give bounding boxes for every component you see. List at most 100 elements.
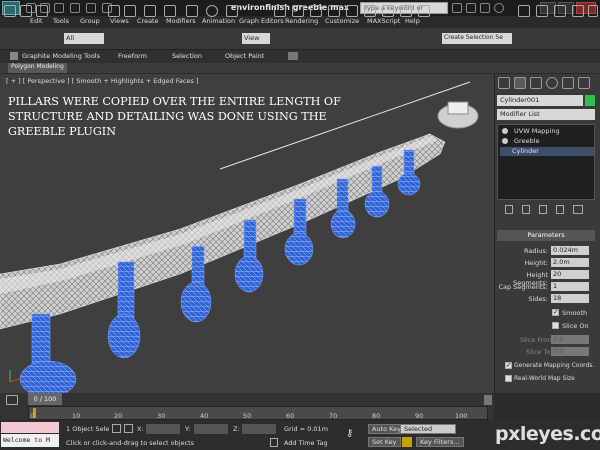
menu-rendering[interactable]: Rendering [285, 17, 318, 25]
percent-snap-icon[interactable] [364, 5, 376, 17]
key-mode-dropdown[interactable]: Selected [400, 424, 456, 434]
make-unique-icon[interactable] [539, 205, 547, 214]
viewport-label[interactable]: [ + ] [ Perspective ] [ Smooth + Highlig… [6, 77, 198, 85]
utilities-tab-icon[interactable] [578, 77, 590, 89]
stack-item-uvw-mapping[interactable]: UVW Mapping [500, 127, 594, 136]
tab-freeform[interactable]: Freeform [118, 52, 147, 60]
cap-segments-field[interactable]: 1 [551, 282, 589, 291]
hierarchy-tab-icon[interactable] [530, 77, 542, 89]
selection-lock-icon[interactable] [112, 424, 121, 433]
modify-tab-icon[interactable] [514, 77, 526, 89]
stack-item-greeble[interactable]: Greeble [500, 137, 594, 146]
undo-icon[interactable] [70, 3, 80, 13]
menu-group[interactable]: Group [80, 17, 100, 25]
scale-icon[interactable] [226, 5, 238, 17]
pin-stack-icon[interactable] [505, 205, 513, 214]
set-key-icon[interactable] [402, 437, 412, 447]
tab-selection[interactable]: Selection [172, 52, 202, 60]
menu-create[interactable]: Create [137, 17, 159, 25]
slice-from-field[interactable]: 0.0 [551, 335, 589, 344]
menu-help[interactable]: Help [405, 17, 420, 25]
snap-toggle-icon[interactable] [328, 5, 340, 17]
menu-customize[interactable]: Customize [325, 17, 359, 25]
light-bulb-icon[interactable] [502, 128, 508, 134]
stack-item-cylinder[interactable]: Cylinder [500, 147, 594, 156]
menu-tools[interactable]: Tools [53, 17, 69, 25]
rect-selection-icon[interactable] [144, 5, 156, 17]
search-icon[interactable] [452, 3, 462, 13]
track-view-icon[interactable] [6, 395, 18, 405]
tab-graphite-modeling-tools[interactable]: Graphite Modeling Tools [22, 52, 100, 60]
menu-animation[interactable]: Animation [202, 17, 235, 25]
maxscript-mini-listener-output[interactable] [1, 422, 59, 433]
time-tag-icon[interactable] [270, 438, 278, 447]
y-coordinate-field[interactable] [194, 424, 228, 434]
render-setup-icon[interactable] [572, 5, 584, 17]
pivot-center-icon[interactable] [274, 5, 286, 17]
ribbon-toggle-icon[interactable] [10, 52, 18, 60]
menu-views[interactable]: Views [110, 17, 129, 25]
keyboard-shortcut-icon[interactable] [310, 5, 322, 17]
show-end-result-icon[interactable] [522, 205, 530, 214]
object-name-field[interactable]: Cylinder001 [497, 95, 583, 106]
communication-center-icon[interactable] [466, 3, 476, 13]
generate-mapping-checkbox[interactable] [505, 361, 512, 369]
align-icon[interactable] [518, 5, 530, 17]
select-object-icon[interactable] [108, 5, 120, 17]
slice-to-field[interactable]: 0.0 [551, 347, 589, 356]
radius-field[interactable]: 0.024m [551, 246, 589, 255]
height-segments-field[interactable]: 20 [551, 270, 589, 279]
curve-editor-icon[interactable] [554, 5, 566, 17]
polygon-modeling-tab[interactable]: Polygon Modeling [8, 63, 67, 73]
layer-manager-icon[interactable] [536, 5, 548, 17]
maxscript-mini-listener[interactable]: Welcome to M [1, 434, 59, 447]
rotate-icon[interactable] [206, 5, 218, 17]
time-next-icon[interactable] [484, 395, 492, 405]
help-icon[interactable] [494, 3, 504, 13]
window-crossing-icon[interactable] [164, 5, 176, 17]
menu-maxscript[interactable]: MAXScript [367, 17, 400, 25]
motion-tab-icon[interactable] [546, 77, 558, 89]
reference-coord-dropdown[interactable]: View [242, 33, 270, 44]
z-coordinate-field[interactable] [242, 424, 276, 434]
save-icon[interactable] [54, 3, 64, 13]
slice-on-checkbox[interactable] [552, 322, 559, 329]
menu-modifiers[interactable]: Modifiers [166, 17, 196, 25]
set-key-button[interactable]: Set Key [368, 437, 401, 447]
edit-named-selection-icon[interactable] [400, 5, 412, 17]
height-field[interactable]: 2.0m [551, 258, 589, 267]
configure-sets-icon[interactable] [573, 205, 583, 214]
remove-modifier-icon[interactable] [556, 205, 564, 214]
mirror-icon[interactable] [418, 5, 430, 17]
parameters-rollout-header[interactable]: Parameters [497, 230, 595, 241]
absolute-mode-icon[interactable] [124, 424, 133, 433]
x-coordinate-field[interactable] [146, 424, 180, 434]
light-bulb-icon[interactable] [502, 138, 508, 144]
menu-edit[interactable]: Edit [30, 17, 43, 25]
select-manipulate-icon[interactable] [292, 5, 304, 17]
redo-icon[interactable] [86, 3, 96, 13]
favorites-icon[interactable] [480, 3, 490, 13]
create-tab-icon[interactable] [498, 77, 510, 89]
sides-field[interactable]: 18 [551, 294, 589, 303]
select-link-icon[interactable] [36, 5, 48, 17]
redo-tool-icon[interactable] [20, 5, 32, 17]
ribbon-options-icon[interactable] [288, 52, 298, 60]
time-slider-handle[interactable]: 0 / 100 [28, 393, 62, 405]
spinner-snap-icon[interactable] [382, 5, 394, 17]
real-world-map-checkbox[interactable] [505, 375, 512, 382]
undo-tool-icon[interactable] [4, 5, 16, 17]
add-time-tag[interactable]: Add Time Tag [284, 439, 328, 447]
modifier-list-dropdown[interactable]: Modifier List [497, 109, 595, 120]
perspective-viewport[interactable]: [ + ] [ Perspective ] [ Smooth + Highlig… [0, 74, 494, 393]
render-icon[interactable] [588, 5, 598, 17]
move-icon[interactable] [186, 5, 198, 17]
angle-snap-icon[interactable] [346, 5, 358, 17]
named-selection-dropdown[interactable]: Create Selection Se [442, 33, 512, 44]
selection-filter-dropdown[interactable]: All [64, 33, 104, 44]
menu-graph-editors[interactable]: Graph Editors [239, 17, 284, 25]
display-tab-icon[interactable] [562, 77, 574, 89]
tab-object-paint[interactable]: Object Paint [225, 52, 264, 60]
smooth-checkbox[interactable] [552, 308, 559, 316]
select-by-name-icon[interactable] [124, 5, 136, 17]
